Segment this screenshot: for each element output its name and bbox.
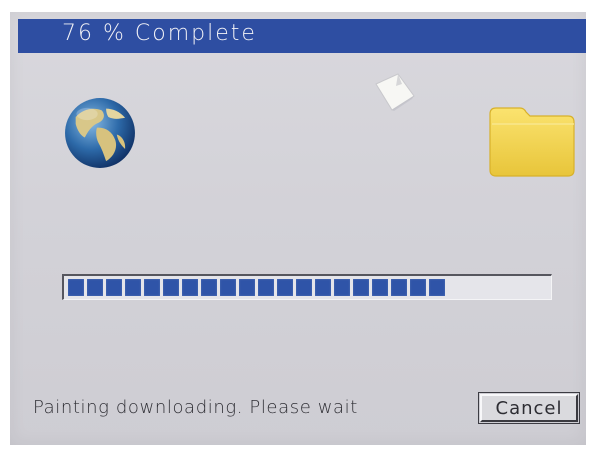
progress-block: [258, 279, 274, 296]
progress-block: [182, 279, 198, 296]
cancel-button[interactable]: Cancel: [478, 392, 580, 424]
progress-block: [429, 279, 445, 296]
progress-block: [106, 279, 122, 296]
progress-block: [87, 279, 103, 296]
progress-block: [391, 279, 407, 296]
folder-icon: [489, 107, 575, 177]
paper-sheet-icon: [375, 73, 415, 111]
status-message: Painting downloading. Please wait: [33, 397, 358, 418]
progress-block: [201, 279, 217, 296]
progress-block: [125, 279, 141, 296]
progress-block: [410, 279, 426, 296]
progress-fill: [68, 279, 445, 296]
globe-icon: [65, 98, 135, 168]
progress-block: [163, 279, 179, 296]
progress-bar: [62, 274, 552, 300]
progress-block: [372, 279, 388, 296]
progress-block: [277, 279, 293, 296]
progress-block: [296, 279, 312, 296]
progress-block: [334, 279, 350, 296]
progress-block: [315, 279, 331, 296]
progress-block: [239, 279, 255, 296]
progress-dialog: 76 % Complete Painting downloading. Plea…: [10, 12, 586, 445]
progress-block: [144, 279, 160, 296]
progress-block: [68, 279, 84, 296]
progress-block: [220, 279, 236, 296]
progress-block: [353, 279, 369, 296]
dialog-title: 76 % Complete: [62, 21, 257, 46]
title-bar: 76 % Complete: [18, 19, 586, 53]
